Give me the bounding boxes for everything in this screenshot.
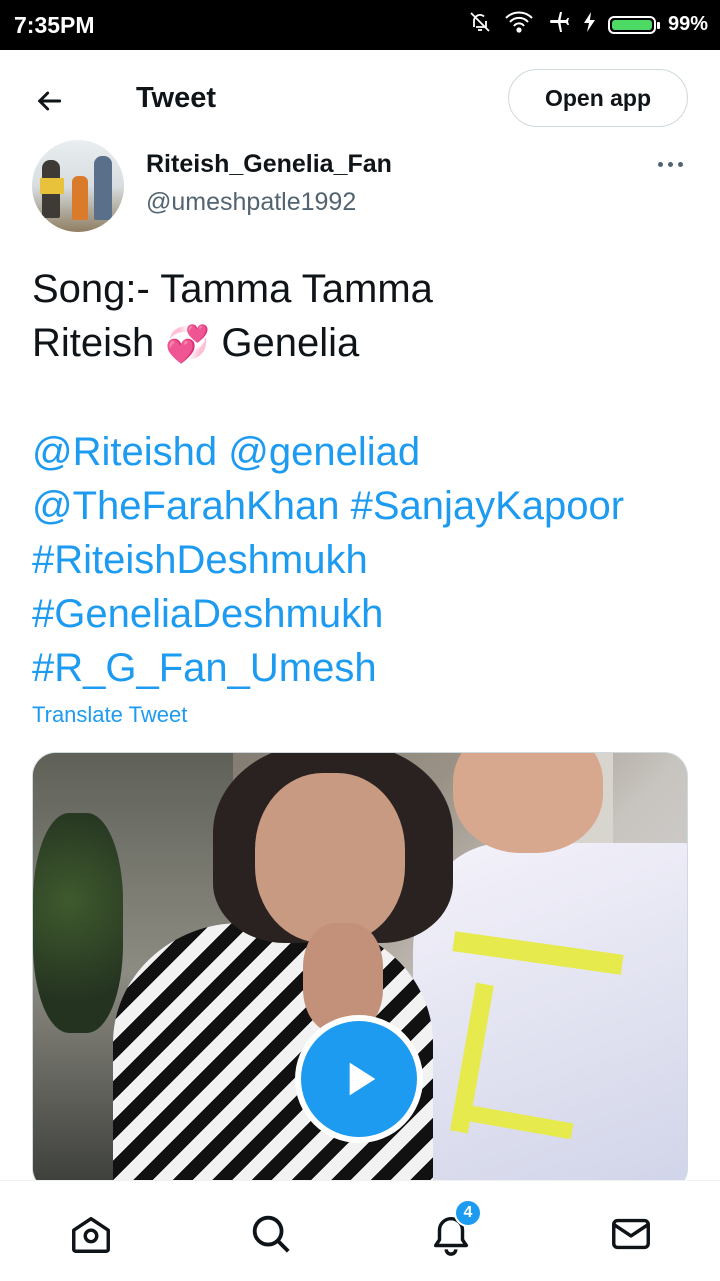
- tweet-word: Riteish: [32, 321, 155, 365]
- tweet-line: Riteish 💞 Genelia: [32, 316, 692, 371]
- battery-icon: [607, 15, 660, 34]
- top-bar: Tweet Open app: [0, 50, 720, 146]
- open-app-button[interactable]: Open app: [508, 69, 688, 127]
- charging-icon: [583, 12, 596, 37]
- revolving-hearts-emoji: 💞: [165, 323, 211, 364]
- messages-icon[interactable]: [606, 1209, 656, 1259]
- status-bar: 7:35PM 99%: [0, 0, 720, 50]
- hashtag-link[interactable]: #R_G_Fan_Umesh: [32, 646, 377, 690]
- hashtag-link[interactable]: #RiteishDeshmukh: [32, 538, 368, 582]
- back-arrow-icon: [38, 91, 62, 111]
- airplane-icon: [546, 10, 572, 39]
- mention-link[interactable]: @geneliad: [228, 430, 420, 474]
- avatar[interactable]: [32, 140, 124, 232]
- more-options-icon[interactable]: [650, 150, 690, 178]
- battery-percent: 99%: [667, 13, 708, 35]
- mention-link[interactable]: @Riteishd: [32, 430, 217, 474]
- status-icons: 99%: [468, 10, 708, 39]
- notifications-badge: 4: [454, 1199, 482, 1227]
- back-button[interactable]: [26, 78, 72, 124]
- video-thumbnail[interactable]: [32, 752, 688, 1192]
- mention-link[interactable]: @TheFarahKhan: [32, 484, 339, 528]
- author-handle[interactable]: @umeshpatle1992: [146, 188, 356, 217]
- tweet-line: Song:- Tamma Tamma: [32, 267, 433, 311]
- notifications-off-icon: [468, 10, 492, 39]
- bottom-navigation: 4: [0, 1180, 720, 1281]
- play-button[interactable]: [295, 1015, 423, 1143]
- home-icon[interactable]: [66, 1209, 116, 1259]
- wifi-icon: [504, 10, 534, 39]
- tweet-word: Genelia: [221, 321, 360, 365]
- tweet-text: Song:- Tamma Tamma Riteish 💞 Genelia @Ri…: [32, 262, 692, 695]
- author-name[interactable]: Riteish_Genelia_Fan: [146, 150, 392, 179]
- page-title: Tweet: [136, 82, 217, 114]
- status-time: 7:35PM: [14, 12, 95, 38]
- translate-tweet-link[interactable]: Translate Tweet: [32, 702, 187, 728]
- search-icon[interactable]: [246, 1209, 296, 1259]
- play-icon: [349, 1062, 376, 1096]
- hashtag-link[interactable]: #SanjayKapoor: [351, 484, 625, 528]
- hashtag-link[interactable]: #GeneliaDeshmukh: [32, 592, 383, 636]
